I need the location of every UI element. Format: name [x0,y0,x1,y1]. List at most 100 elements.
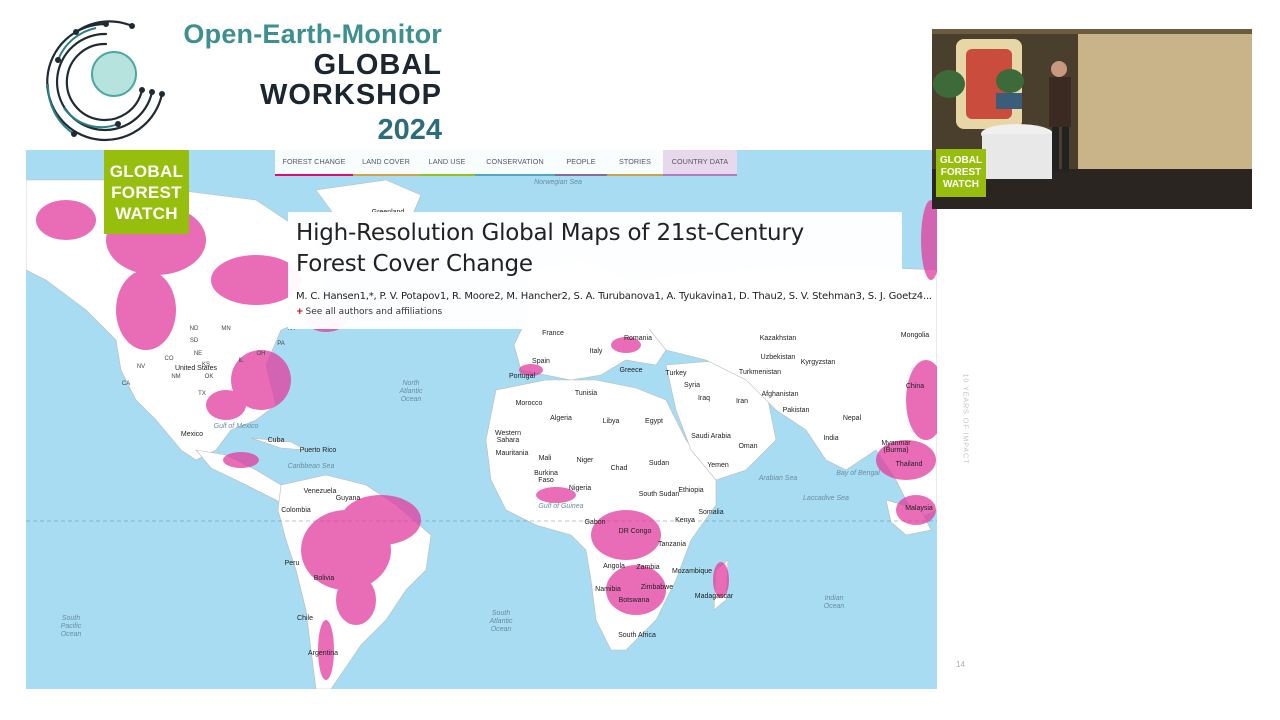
svg-text:Uzbekistan: Uzbekistan [761,354,796,361]
svg-text:Saudi Arabia: Saudi Arabia [691,433,731,440]
svg-text:Ocean: Ocean [824,603,845,610]
nav-land-cover[interactable]: LAND COVER [353,150,419,176]
svg-text:Arabian Sea: Arabian Sea [758,475,798,482]
svg-text:Sudan: Sudan [649,460,669,467]
svg-text:Kenya: Kenya [675,517,695,524]
paper-citation-card: High-Resolution Global Maps of 21st-Cent… [288,212,932,329]
svg-text:Italy: Italy [590,348,603,355]
paper-affiliations-link[interactable]: + See all authors and affiliations [296,307,442,317]
svg-text:France: France [542,330,564,337]
svg-text:CO: CO [165,356,174,362]
workshop-title: Open-Earth-Monitor GLOBAL WORKSHOP 2024 [150,18,442,148]
svg-text:Gulf of Guinea: Gulf of Guinea [538,503,583,510]
svg-text:Faso: Faso [538,477,554,484]
gfw-logo-line: FOREST [111,182,182,202]
ocean-label: South [62,615,80,622]
svg-text:Thailand: Thailand [896,461,923,468]
svg-text:Mexico: Mexico [181,431,203,438]
video-gfw-logo: GLOBAL FOREST WATCH [936,149,986,197]
svg-text:Guyana: Guyana [336,495,361,502]
svg-text:Iraq: Iraq [698,395,710,402]
svg-text:Peru: Peru [285,560,300,567]
svg-text:Ethiopia: Ethiopia [678,487,703,494]
svg-text:NE: NE [194,351,202,357]
svg-text:Zimbabwe: Zimbabwe [641,584,673,591]
speaker-video-feed: GLOBAL FOREST WATCH [932,29,1252,209]
video-gfw-logo-line: GLOBAL [939,155,983,166]
workshop-org: Open-Earth-Monitor [183,19,442,49]
svg-text:Somalia: Somalia [698,509,723,516]
ocean-label: South [492,610,510,617]
svg-text:Atlantic: Atlantic [489,618,513,625]
svg-text:Mongolia: Mongolia [901,332,930,339]
svg-text:China: China [906,383,924,390]
ocean-label: North [402,380,419,387]
svg-text:NM: NM [171,374,180,380]
svg-text:Niger: Niger [577,457,594,464]
svg-text:Bay of Bengal: Bay of Bengal [836,470,880,477]
svg-text:Atlantic: Atlantic [399,388,423,395]
svg-text:KS: KS [202,362,210,368]
svg-text:Nepal: Nepal [843,415,862,422]
svg-text:Chile: Chile [297,615,313,622]
svg-text:India: India [823,435,838,442]
svg-text:Malaysia: Malaysia [905,505,933,512]
slide-page-number: 14 [956,660,965,669]
svg-text:(Burma): (Burma) [883,447,908,454]
svg-text:Kyrgyzstan: Kyrgyzstan [801,359,836,366]
nav-land-use[interactable]: LAND USE [419,150,475,176]
video-gfw-logo-line: FOREST [940,167,982,178]
svg-text:Yemen: Yemen [707,462,729,469]
svg-text:Ocean: Ocean [61,631,82,638]
gfw-navigation: FOREST CHANGE LAND COVER LAND USE CONSER… [275,150,737,176]
svg-text:Turkmenistan: Turkmenistan [739,369,781,376]
svg-text:Gabon: Gabon [584,519,605,526]
svg-text:Sahara: Sahara [497,437,520,444]
svg-text:Madagascar: Madagascar [695,593,734,600]
svg-text:Mauritania: Mauritania [496,450,529,457]
svg-text:Colombia: Colombia [281,507,311,514]
svg-text:Afghanistan: Afghanistan [762,391,799,398]
video-gfw-logo-line: WATCH [943,179,979,190]
svg-text:Pacific: Pacific [61,623,82,630]
nav-forest-change[interactable]: FOREST CHANGE [275,150,353,176]
workshop-year: 2024 [377,114,442,146]
svg-text:United States: United States [175,365,218,372]
side-label-text: 10 YEARS OF IMPACT [961,373,969,465]
svg-text:CA: CA [122,381,130,387]
svg-text:Ocean: Ocean [491,626,512,633]
global-forest-watch-logo: GLOBAL FOREST WATCH [104,150,189,234]
workshop-workshop: WORKSHOP [260,79,442,111]
svg-text:Morocco: Morocco [516,400,543,407]
svg-text:Cuba: Cuba [268,437,285,444]
gfw-logo-line: WATCH [115,203,178,223]
svg-text:Portugal: Portugal [509,373,536,380]
svg-text:Mali: Mali [539,455,552,462]
svg-text:Spain: Spain [532,358,550,365]
svg-text:Tunisia: Tunisia [575,390,597,397]
svg-text:Romania: Romania [624,335,652,342]
nav-people[interactable]: PEOPLE [555,150,607,176]
svg-text:Ocean: Ocean [401,396,422,403]
svg-text:Turkey: Turkey [665,370,687,377]
svg-text:Western: Western [495,430,521,437]
nav-stories[interactable]: STORIES [607,150,663,176]
svg-text:Egypt: Egypt [645,418,663,425]
nav-conservation[interactable]: CONSERVATION [475,150,555,176]
svg-text:PA: PA [277,341,285,347]
svg-text:OK: OK [205,374,214,380]
svg-text:Burkina: Burkina [534,470,558,477]
svg-text:Nigeria: Nigeria [569,485,591,492]
svg-text:MN: MN [221,326,230,332]
svg-text:Iran: Iran [736,398,748,405]
svg-text:Venezuela: Venezuela [304,488,337,495]
gfw-logo-line: GLOBAL [109,161,184,181]
presentation-slide: North Atlantic Ocean South Atlantic Ocean So… [26,150,937,689]
svg-text:Caribbean Sea: Caribbean Sea [288,463,335,470]
svg-text:Bolivia: Bolivia [314,575,335,582]
ocean-label: Indian [824,595,843,602]
slide-side-label: 10 YEARS OF IMPACT [960,373,970,495]
nav-country-data[interactable]: COUNTRY DATA [663,150,737,176]
svg-text:Mozambique: Mozambique [672,568,712,575]
svg-text:Laccadive Sea: Laccadive Sea [803,495,849,502]
